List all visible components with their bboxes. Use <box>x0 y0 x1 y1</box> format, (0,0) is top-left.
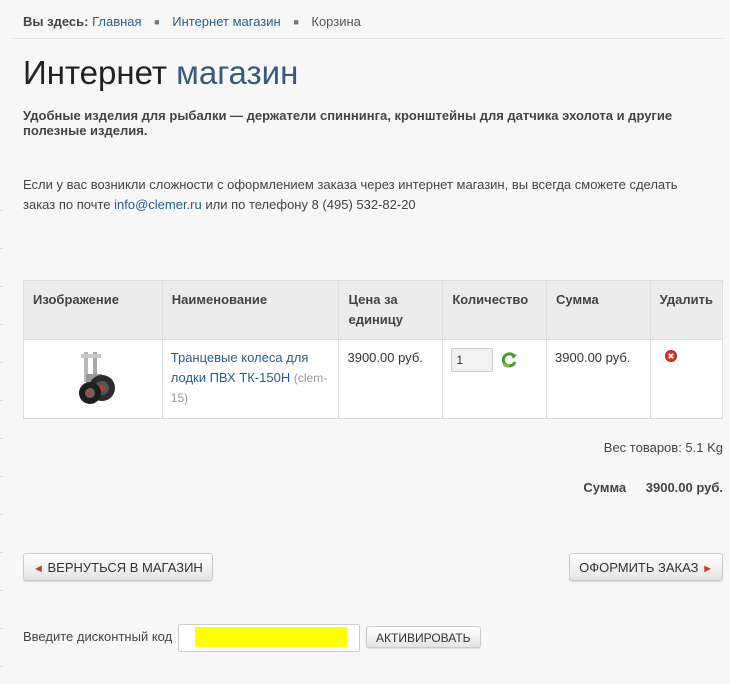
cart-cell-quantity <box>442 339 548 419</box>
page-title-part2: магазин <box>176 54 299 91</box>
page-title: Интернет магазин <box>23 54 298 92</box>
breadcrumb-prefix: Вы здесь: <box>23 14 89 29</box>
col-header-image: Изображение <box>23 280 163 340</box>
page-edge-markers <box>0 180 3 680</box>
col-header-sum: Сумма <box>546 280 651 340</box>
col-header-quantity: Количество <box>442 280 548 340</box>
product-name-link[interactable]: Транцевые колеса для лодки ПВХ ТК-150Н <box>171 350 309 385</box>
remove-icon[interactable] <box>664 350 677 362</box>
checkout-button[interactable]: ОФОРМИТЬ ЗАКАЗ ► <box>569 553 723 581</box>
checkout-label: ОФОРМИТЬ ЗАКАЗ <box>579 560 699 575</box>
breadcrumb-link-shop[interactable]: Интернет магазин <box>172 14 280 29</box>
back-to-shop-label: ВЕРНУТЬСЯ В МАГАЗИН <box>47 560 203 575</box>
page-title-part1: Интернет <box>23 54 167 91</box>
boat-wheels-product-photo[interactable] <box>61 348 124 410</box>
breadcrumb-current: Корзина <box>311 14 361 29</box>
cart-total-value: 3900.00 руб. <box>645 480 723 495</box>
cart-total: Сумма 3900.00 руб. <box>583 480 723 495</box>
discount-code-label: Введите дисконтный код <box>23 629 173 644</box>
discount-code-highlight <box>195 627 347 647</box>
cart-table: Изображение Наименование Цена за единицу… <box>23 280 724 419</box>
arrow-left-icon: ◄ <box>33 563 44 575</box>
cart-cell-price: 3900.00 руб. <box>338 339 444 419</box>
activate-discount-button[interactable]: АКТИВИРОВАТЬ <box>366 626 481 648</box>
cart-header-row: Изображение Наименование Цена за единицу… <box>23 280 724 340</box>
col-header-name: Наименование <box>161 280 340 340</box>
discount-code-input[interactable] <box>178 624 360 652</box>
page-subtitle: Удобные изделия для рыбалки — держатели … <box>23 108 673 138</box>
refresh-icon[interactable] <box>500 351 518 369</box>
cart-weight: Вес товаров: 5.1 Kg <box>603 440 723 455</box>
breadcrumb-separator-icon: ■ <box>154 17 160 27</box>
cart-cell-sum: 3900.00 руб. <box>546 339 651 419</box>
breadcrumb-link-home[interactable]: Главная <box>92 14 141 29</box>
col-header-delete: Удалить <box>649 280 724 340</box>
cart-cell-delete <box>649 339 724 419</box>
cart-cell-image <box>23 339 163 419</box>
quantity-input[interactable] <box>451 348 494 372</box>
contact-phone-text: или по телефону 8 (495) 532-82-20 <box>201 197 416 212</box>
cart-total-label: Сумма <box>583 480 627 495</box>
breadcrumb-divider <box>13 38 723 39</box>
contact-info: Если у вас возникли сложности с оформлен… <box>23 175 713 215</box>
arrow-right-icon: ► <box>702 563 713 575</box>
contact-email-link[interactable]: info@clemer.ru <box>114 197 202 212</box>
back-to-shop-button[interactable]: ◄ ВЕРНУТЬСЯ В МАГАЗИН <box>23 553 213 581</box>
breadcrumb: Вы здесь: Главная ■ Интернет магазин ■ К… <box>23 14 723 29</box>
cart-row: Транцевые колеса для лодки ПВХ ТК-150Н (… <box>23 339 724 419</box>
cart-cell-name: Транцевые колеса для лодки ПВХ ТК-150Н (… <box>161 339 340 419</box>
breadcrumb-separator-icon: ■ <box>293 17 299 27</box>
col-header-price: Цена за единицу <box>338 280 444 340</box>
